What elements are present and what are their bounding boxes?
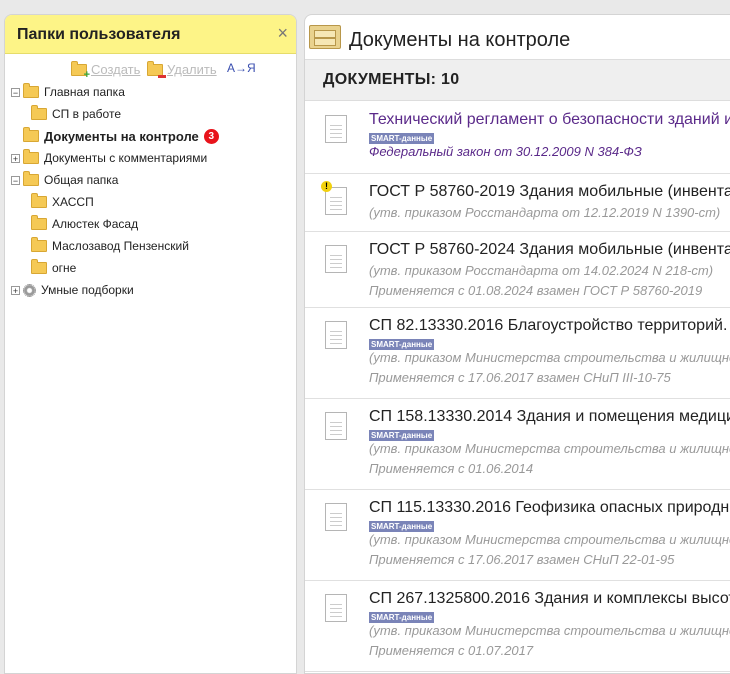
panel-title: Папки пользователя	[17, 26, 181, 43]
document-title-link[interactable]: СП 158.13330.2014 Здания и помещения мед…	[369, 408, 730, 426]
document-icon	[325, 503, 347, 531]
document-icon	[325, 245, 347, 273]
document-meta: Федеральный закон от 30.12.2009 N 384-ФЗ	[369, 144, 642, 159]
document-meta: (утв. приказом Министерства строительств…	[369, 623, 730, 638]
folder-label: Общая папка	[44, 173, 119, 187]
folder-label: огне	[52, 261, 77, 275]
document-icon	[325, 412, 347, 440]
document-icon	[325, 321, 347, 349]
gear-icon	[23, 283, 36, 297]
document-meta: (утв. приказом Министерства строительств…	[369, 350, 730, 365]
folder-tree-item[interactable]: + Умные подборки	[11, 282, 134, 298]
document-item[interactable]: ! ГОСТ Р 58760-2019 Здания мобильные (инв…	[305, 173, 730, 232]
folder-label: Документы на контроле	[44, 128, 199, 144]
folder-tree-item[interactable]: ХАССП	[31, 193, 94, 210]
add-folder-icon: +	[71, 60, 90, 80]
create-label: Создать	[91, 62, 141, 77]
smart-data-badge: SMART-данные	[369, 133, 435, 144]
documents-count-bar: ДОКУМЕНТЫ: 10	[305, 59, 730, 101]
document-meta: (утв. приказом Министерства строительств…	[369, 532, 730, 547]
close-icon[interactable]: ×	[277, 23, 288, 44]
expand-toggle[interactable]: −	[11, 175, 20, 185]
document-meta: Применяется с 17.06.2017 взамен СНиП 22-…	[369, 552, 675, 567]
folder-tree-item[interactable]: + Документы с комментариями	[11, 149, 208, 166]
document-title-link[interactable]: ГОСТ Р 58760-2019 Здания мобильные (инве…	[369, 183, 730, 201]
documents-header: Документы на контроле	[305, 15, 730, 59]
document-item[interactable]: СП 158.13330.2014 Здания и помещения мед…	[305, 398, 730, 490]
document-meta: (утв. приказом Министерства строительств…	[369, 441, 730, 456]
document-title-link[interactable]: ГОСТ Р 58760-2024 Здания мобильные (инве…	[369, 241, 730, 259]
smart-data-badge: SMART-данные	[369, 430, 435, 441]
folder-tree-item[interactable]: СП в работе	[31, 105, 121, 122]
document-item[interactable]: СП 82.13330.2016 Благоустройство террито…	[305, 307, 730, 399]
smart-data-badge: SMART-данные	[369, 339, 435, 350]
folder-label: Маслозавод Пензенский	[52, 239, 189, 253]
document-meta: Применяется с 01.08.2024 взамен ГОСТ Р 5…	[369, 283, 703, 298]
folder-label: СП в работе	[52, 107, 121, 121]
documents-count: ДОКУМЕНТЫ: 10	[323, 71, 460, 88]
document-meta: Применяется с 17.06.2017 взамен СНиП III…	[369, 370, 671, 385]
expand-toggle[interactable]: +	[11, 285, 20, 295]
create-folder-button[interactable]: + Создать	[71, 60, 141, 80]
document-title-link[interactable]: СП 115.13330.2016 Геофизика опасных прир…	[369, 499, 730, 517]
delete-label: Удалить	[167, 62, 217, 77]
smart-data-badge: SMART-данные	[369, 612, 435, 623]
document-item[interactable]: Технический регламент о безопасности зда…	[305, 101, 730, 174]
folder-icon	[31, 215, 47, 230]
smart-data-badge: SMART-данные	[369, 521, 435, 532]
expand-toggle[interactable]: +	[11, 153, 20, 163]
panel-header: Папки пользователя ×	[5, 15, 296, 54]
document-item[interactable]: ГОСТ Р 58760-2024 Здания мобильные (инве…	[305, 231, 730, 308]
warning-icon: !	[321, 181, 332, 192]
folder-icon	[23, 149, 39, 164]
folder-icon	[23, 171, 39, 186]
folder-label: Документы с комментариями	[44, 151, 208, 165]
document-meta: Применяется с 01.07.2017	[369, 643, 534, 658]
delete-folder-button[interactable]: Удалить	[147, 60, 217, 78]
document-item[interactable]: СП 267.1325800.2016 Здания и комплексы в…	[305, 580, 730, 672]
page-title: Документы на контроле	[349, 29, 571, 51]
document-title-link[interactable]: СП 82.13330.2016 Благоустройство террито…	[369, 317, 727, 335]
folder-tree-item[interactable]: Документы на контроле 3	[11, 127, 219, 144]
folder-label: Умные подборки	[41, 283, 134, 297]
folder-label: Алюстек Фасад	[52, 217, 139, 231]
sort-button[interactable]: А→Я	[227, 61, 256, 75]
folder-icon	[23, 83, 39, 98]
document-meta: (утв. приказом Росстандарта от 14.02.202…	[369, 263, 714, 278]
document-title-link[interactable]: Технический регламент о безопасности зда…	[369, 111, 730, 129]
folder-tree-item[interactable]: − Главная папка	[11, 83, 125, 100]
folder-icon	[31, 193, 47, 208]
folder-label: ХАССП	[52, 195, 94, 209]
folder-toolbar: + Создать Удалить А→Я	[5, 54, 296, 84]
folder-tree-item[interactable]: огне	[31, 259, 77, 276]
document-meta: (утв. приказом Росстандарта от 12.12.201…	[369, 205, 721, 220]
documents-panel: Документы на контроле ДОКУМЕНТЫ: 10 Техн…	[304, 14, 730, 674]
delete-folder-icon	[147, 60, 166, 78]
folder-tree-item[interactable]: Маслозавод Пензенский	[31, 237, 189, 254]
folder-tree-item[interactable]: − Общая папка	[11, 171, 119, 188]
document-title-link[interactable]: СП 267.1325800.2016 Здания и комплексы в…	[369, 590, 730, 608]
folder-label: Главная папка	[44, 85, 125, 99]
toggle-spacer	[11, 132, 20, 141]
document-icon	[325, 115, 347, 143]
expand-toggle[interactable]: −	[11, 87, 20, 97]
user-folders-panel: Папки пользователя × + Создать Удалить А…	[4, 14, 297, 674]
document-icon	[325, 594, 347, 622]
document-item[interactable]: СП 115.13330.2016 Геофизика опасных прир…	[305, 489, 730, 581]
file-cabinet-icon	[309, 25, 341, 49]
folder-icon	[31, 237, 47, 252]
document-meta: Применяется с 01.06.2014	[369, 461, 534, 476]
folder-tree-item[interactable]: Алюстек Фасад	[31, 215, 139, 232]
count-badge: 3	[203, 128, 219, 144]
folder-icon	[31, 105, 47, 120]
folder-icon	[23, 127, 39, 142]
folder-icon	[31, 259, 47, 274]
